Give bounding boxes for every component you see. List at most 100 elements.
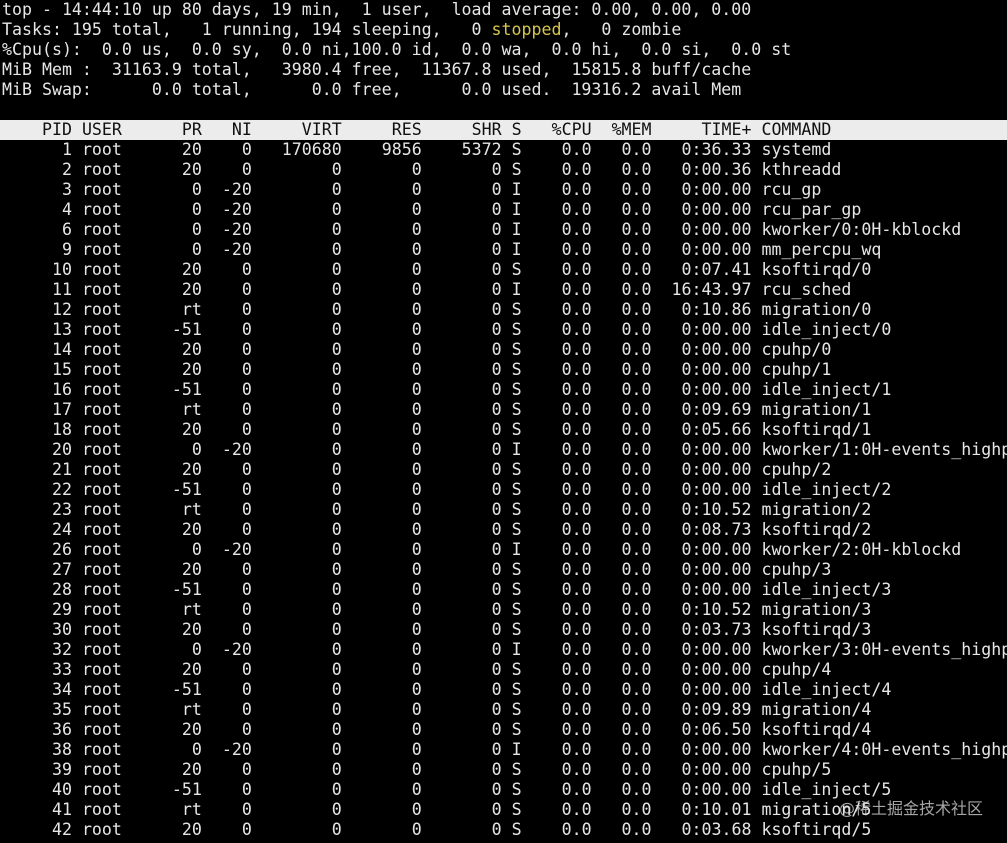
cell-pr: rt xyxy=(171,800,202,819)
cell-pid: 23 xyxy=(2,500,72,519)
cell-res: 0 xyxy=(351,540,422,559)
cell-cmd: ksoftirqd/1 xyxy=(761,420,872,439)
cell-pr: -51 xyxy=(171,320,202,339)
cell-ni: 0 xyxy=(211,820,252,839)
cell-virt: 0 xyxy=(261,640,342,659)
process-row[interactable]: 29 root rt 0 0 0 0 S 0.0 0.0 0:10.52 mig… xyxy=(2,600,871,620)
cell-time: 0:36.33 xyxy=(661,140,752,159)
process-row[interactable]: 3 root 0 -20 0 0 0 I 0.0 0.0 0:00.00 rcu… xyxy=(2,180,821,200)
cell-user: root xyxy=(81,600,172,619)
cell-ni: 0 xyxy=(211,780,252,799)
process-row[interactable]: 14 root 20 0 0 0 0 S 0.0 0.0 0:00.00 cpu… xyxy=(2,340,831,360)
cell-ni: 0 xyxy=(211,280,252,299)
process-row[interactable]: 30 root 20 0 0 0 0 S 0.0 0.0 0:03.73 kso… xyxy=(2,620,871,640)
cell-cmd: cpuhp/1 xyxy=(761,360,832,379)
cell-pid: 13 xyxy=(2,320,72,339)
process-row[interactable]: 1 root 20 0 170680 9856 5372 S 0.0 0.0 0… xyxy=(2,140,831,160)
process-row[interactable]: 4 root 0 -20 0 0 0 I 0.0 0.0 0:00.00 rcu… xyxy=(2,200,861,220)
cell-pid: 21 xyxy=(2,460,72,479)
process-row[interactable]: 36 root 20 0 0 0 0 S 0.0 0.0 0:06.50 kso… xyxy=(2,720,871,740)
process-row[interactable]: 23 root rt 0 0 0 0 S 0.0 0.0 0:10.52 mig… xyxy=(2,500,871,520)
cell-res: 0 xyxy=(351,340,422,359)
process-row[interactable]: 27 root 20 0 0 0 0 S 0.0 0.0 0:00.00 cpu… xyxy=(2,560,831,580)
cell-shr: 5372 xyxy=(431,140,502,159)
process-row[interactable]: 18 root 20 0 0 0 0 S 0.0 0.0 0:05.66 kso… xyxy=(2,420,871,440)
cell-pr: 20 xyxy=(171,460,202,479)
cell-s: S xyxy=(511,720,522,739)
cell-res: 0 xyxy=(351,740,422,759)
process-row[interactable]: 16 root -51 0 0 0 0 S 0.0 0.0 0:00.00 id… xyxy=(2,380,891,400)
process-row[interactable]: 24 root 20 0 0 0 0 S 0.0 0.0 0:08.73 kso… xyxy=(2,520,871,540)
process-row[interactable]: 39 root 20 0 0 0 0 S 0.0 0.0 0:00.00 cpu… xyxy=(2,760,831,780)
cell-pid: 3 xyxy=(2,180,72,199)
process-row[interactable]: 15 root 20 0 0 0 0 S 0.0 0.0 0:00.00 cpu… xyxy=(2,360,831,380)
cell-cpu: 0.0 xyxy=(531,380,592,399)
cell-cmd: cpuhp/3 xyxy=(761,560,832,579)
cell-user: root xyxy=(81,240,172,259)
cell-ni: 0 xyxy=(211,580,252,599)
cell-virt: 0 xyxy=(261,400,342,419)
cell-s: I xyxy=(511,740,522,759)
cell-time: 0:00.00 xyxy=(661,220,752,239)
process-row[interactable]: 33 root 20 0 0 0 0 S 0.0 0.0 0:00.00 cpu… xyxy=(2,660,831,680)
process-row[interactable]: 32 root 0 -20 0 0 0 I 0.0 0.0 0:00.00 kw… xyxy=(2,640,1007,660)
process-row[interactable]: 28 root -51 0 0 0 0 S 0.0 0.0 0:00.00 id… xyxy=(2,580,891,600)
cell-pid: 15 xyxy=(2,360,72,379)
cell-pr: 20 xyxy=(171,760,202,779)
cell-s: S xyxy=(511,480,522,499)
cell-virt: 0 xyxy=(261,540,342,559)
cell-virt: 0 xyxy=(261,600,342,619)
column-header-res: RES xyxy=(351,120,422,139)
process-row[interactable]: 9 root 0 -20 0 0 0 I 0.0 0.0 0:00.00 mm_… xyxy=(2,240,881,260)
cell-shr: 0 xyxy=(431,220,502,239)
cell-time: 0:10.52 xyxy=(661,500,752,519)
cell-time: 0:00.00 xyxy=(661,380,752,399)
cell-res: 0 xyxy=(351,640,422,659)
cell-shr: 0 xyxy=(431,480,502,499)
cell-res: 0 xyxy=(351,660,422,679)
cell-s: S xyxy=(511,160,522,179)
process-row[interactable]: 21 root 20 0 0 0 0 S 0.0 0.0 0:00.00 cpu… xyxy=(2,460,831,480)
process-row[interactable]: 22 root -51 0 0 0 0 S 0.0 0.0 0:00.00 id… xyxy=(2,480,891,500)
process-row[interactable]: 6 root 0 -20 0 0 0 I 0.0 0.0 0:00.00 kwo… xyxy=(2,220,961,240)
cell-pid: 39 xyxy=(2,760,72,779)
cell-ni: 0 xyxy=(211,700,252,719)
cell-pr: 0 xyxy=(171,740,202,759)
process-row[interactable]: 11 root 20 0 0 0 0 I 0.0 0.0 16:43.97 rc… xyxy=(2,280,851,300)
cell-cmd: cpuhp/4 xyxy=(761,660,832,679)
process-row[interactable]: 10 root 20 0 0 0 0 S 0.0 0.0 0:07.41 kso… xyxy=(2,260,871,280)
cell-res: 0 xyxy=(351,440,422,459)
cell-s: I xyxy=(511,200,522,219)
cell-user: root xyxy=(81,460,172,479)
process-row[interactable]: 13 root -51 0 0 0 0 S 0.0 0.0 0:00.00 id… xyxy=(2,320,891,340)
cell-user: root xyxy=(81,360,172,379)
cell-virt: 0 xyxy=(261,260,342,279)
cell-time: 0:00.00 xyxy=(661,440,752,459)
cell-user: root xyxy=(81,640,172,659)
process-row[interactable]: 12 root rt 0 0 0 0 S 0.0 0.0 0:10.86 mig… xyxy=(2,300,871,320)
process-row[interactable]: 34 root -51 0 0 0 0 S 0.0 0.0 0:00.00 id… xyxy=(2,680,891,700)
process-row[interactable]: 17 root rt 0 0 0 0 S 0.0 0.0 0:09.69 mig… xyxy=(2,400,871,420)
cell-virt: 0 xyxy=(261,760,342,779)
process-row[interactable]: 35 root rt 0 0 0 0 S 0.0 0.0 0:09.89 mig… xyxy=(2,700,871,720)
cell-pr: 20 xyxy=(171,620,202,639)
cell-time: 0:00.00 xyxy=(661,780,752,799)
cell-shr: 0 xyxy=(431,420,502,439)
cell-s: S xyxy=(511,340,522,359)
cell-ni: 0 xyxy=(211,760,252,779)
process-row[interactable]: 26 root 0 -20 0 0 0 I 0.0 0.0 0:00.00 kw… xyxy=(2,540,961,560)
process-row[interactable]: 40 root -51 0 0 0 0 S 0.0 0.0 0:00.00 id… xyxy=(2,780,891,800)
cell-res: 0 xyxy=(351,760,422,779)
process-row[interactable]: 42 root 20 0 0 0 0 S 0.0 0.0 0:03.68 kso… xyxy=(2,820,871,840)
cell-pr: rt xyxy=(171,600,202,619)
cell-s: S xyxy=(511,300,522,319)
cell-s: S xyxy=(511,520,522,539)
process-row[interactable]: 2 root 20 0 0 0 0 S 0.0 0.0 0:00.36 kthr… xyxy=(2,160,841,180)
process-row[interactable]: 41 root rt 0 0 0 0 S 0.0 0.0 0:10.01 mig… xyxy=(2,800,871,820)
cell-cpu: 0.0 xyxy=(531,320,592,339)
process-row[interactable]: 20 root 0 -20 0 0 0 I 0.0 0.0 0:00.00 kw… xyxy=(2,440,1007,460)
cell-virt: 0 xyxy=(261,460,342,479)
cell-pid: 20 xyxy=(2,440,72,459)
process-row[interactable]: 38 root 0 -20 0 0 0 I 0.0 0.0 0:00.00 kw… xyxy=(2,740,1007,760)
cell-shr: 0 xyxy=(431,640,502,659)
